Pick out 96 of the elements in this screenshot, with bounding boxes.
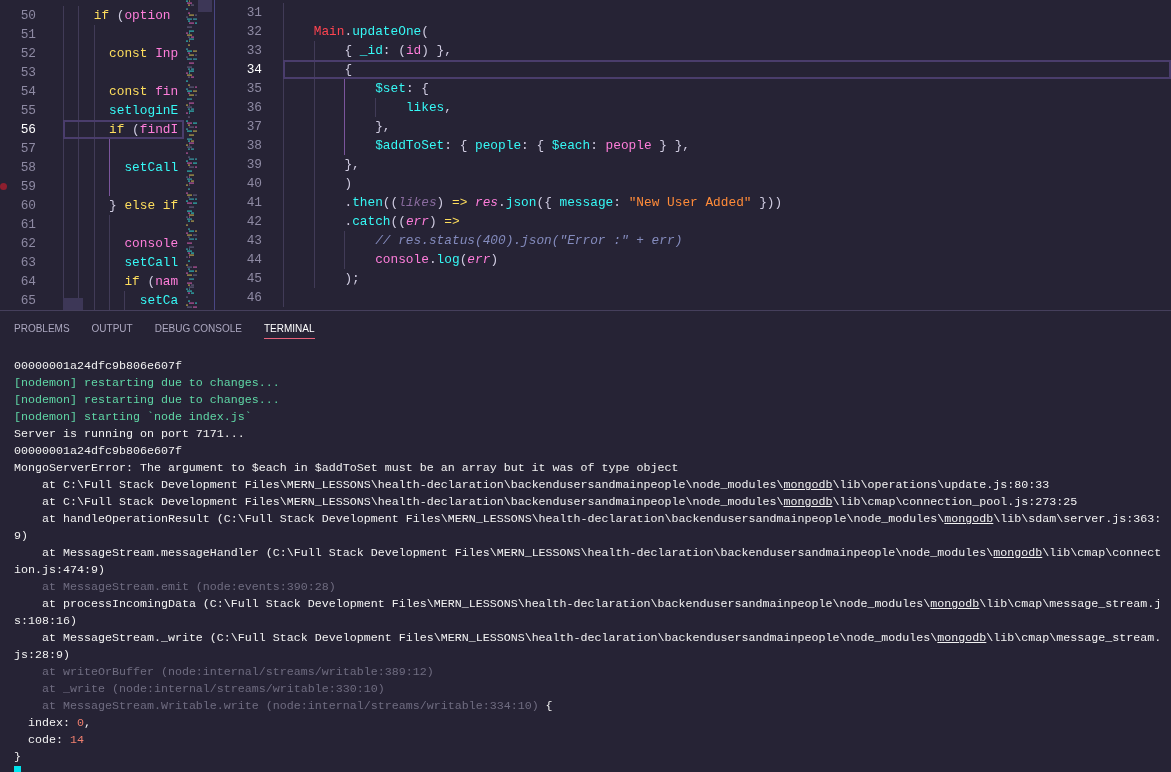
line-number: 39 bbox=[246, 156, 262, 174]
terminal-link[interactable]: mongodb bbox=[930, 597, 980, 611]
terminal-line: Server is running on port 7171... bbox=[14, 427, 245, 441]
line-number: 52 bbox=[20, 45, 36, 63]
line-number: 45 bbox=[246, 270, 262, 288]
line-number: 60 bbox=[20, 197, 36, 215]
code-line: console bbox=[124, 236, 179, 251]
line-number: 32 bbox=[246, 23, 262, 41]
line-number: 33 bbox=[246, 42, 262, 60]
terminal-line: at MessageStream.messageHandler (C:\Full Stack Development Files\MERN_LESSONS\health-declaration\backendusersandmainpeople\node_modules\mongodb\lib\cmap\connect bbox=[42, 546, 1162, 560]
line-number: 38 bbox=[246, 137, 262, 155]
code-line: .catch((err) => bbox=[344, 214, 460, 229]
terminal-link[interactable]: mongodb bbox=[993, 546, 1043, 560]
terminal-line: at processIncomingData (C:\Full Stack Development Files\MERN_LESSONS\health-declaration\backendusersandmainpeople\node_modules\mongodb\lib\cmap\message_stream.j bbox=[42, 597, 1162, 611]
scrollbar-thumb[interactable] bbox=[198, 0, 212, 12]
line-number: 46 bbox=[246, 289, 262, 307]
line-number: 31 bbox=[246, 4, 262, 22]
code-line: ) bbox=[344, 176, 353, 191]
line-number: 63 bbox=[20, 254, 36, 272]
line-number: 42 bbox=[246, 213, 262, 231]
line-number: 61 bbox=[20, 216, 36, 234]
code-line: console.log(err) bbox=[375, 252, 499, 267]
terminal-line: index: 0, bbox=[28, 716, 91, 730]
line-number: 37 bbox=[246, 118, 262, 136]
code-line: { _id: (id) }, bbox=[344, 43, 452, 58]
terminal-line: js:28:9) bbox=[14, 648, 70, 662]
line-number: 50 bbox=[20, 7, 36, 25]
panel-tab[interactable]: DEBUG CONSOLE bbox=[154, 318, 242, 339]
terminal-line: s:108:16) bbox=[14, 614, 77, 628]
terminal-line: code: 14 bbox=[28, 733, 84, 747]
line-number: 57 bbox=[20, 140, 36, 158]
terminal-line: at C:\Full Stack Development Files\MERN_LESSONS\health-declaration\backendusersandmainpeople\node_modules\mongodb\lib\operations\update.js:80:33 bbox=[42, 478, 1050, 492]
terminal-line: [nodemon] restarting due to changes... bbox=[14, 393, 280, 407]
terminal-line: [nodemon] restarting due to changes... bbox=[14, 376, 280, 390]
line-number: 53 bbox=[20, 64, 36, 82]
line-number: 51 bbox=[20, 26, 36, 44]
terminal-line: at handleOperationResult (C:\Full Stack Development Files\MERN_LESSONS\health-declaration\backendusersandmainpeople\node_modules\mongodb\lib\sdam\server.js:363: bbox=[42, 512, 1162, 526]
code-line: const Inp bbox=[109, 46, 179, 61]
panel-tab[interactable]: OUTPUT bbox=[91, 318, 133, 339]
line-number: 41 bbox=[246, 194, 262, 212]
code-line: setCall bbox=[124, 255, 179, 270]
line-number: 34 bbox=[246, 61, 262, 79]
terminal-line: 00000001a24dfc9b806e607f bbox=[14, 444, 182, 458]
code-line: const fin bbox=[109, 84, 179, 99]
code-line: }, bbox=[375, 119, 391, 134]
code-line: setCall bbox=[124, 160, 179, 175]
code-line: $set: { bbox=[375, 81, 429, 96]
scrollbar-thumb[interactable] bbox=[63, 298, 83, 310]
panel-tab[interactable]: TERMINAL bbox=[263, 318, 315, 339]
line-number: 43 bbox=[246, 232, 262, 250]
code-line: ); bbox=[344, 271, 360, 286]
line-number: 65 bbox=[20, 292, 36, 310]
terminal-line: 9) bbox=[14, 529, 28, 543]
terminal-line: [nodemon] starting `node index.js` bbox=[14, 410, 252, 424]
code-line: Main.updateOne( bbox=[313, 24, 429, 39]
code-line: likes, bbox=[405, 100, 452, 115]
terminal-link[interactable]: mongodb bbox=[783, 478, 833, 492]
line-number: 59 bbox=[20, 178, 36, 196]
terminal-line: 00000001a24dfc9b806e607f bbox=[14, 359, 182, 373]
line-number: 44 bbox=[246, 251, 262, 269]
line-number: 54 bbox=[20, 83, 36, 101]
code-line: if (option bbox=[93, 8, 171, 23]
code-line: setloginE bbox=[109, 103, 179, 118]
code-line: if (findI bbox=[109, 122, 179, 137]
line-number: 62 bbox=[20, 235, 36, 253]
terminal-link[interactable]: mongodb bbox=[783, 495, 833, 509]
code-line: .then((likes) => res.json({ message: "New User Added" })) bbox=[344, 195, 783, 210]
terminal-link[interactable]: mongodb bbox=[944, 512, 994, 526]
terminal-line: at MessageStream._write (C:\Full Stack Development Files\MERN_LESSONS\health-declaration\backendusersandmainpeople\node_modules\mongodb\lib\cmap\message_stream. bbox=[42, 631, 1162, 645]
code-line: }, bbox=[344, 157, 360, 172]
code-line: // res.status(400).json("Error :" + err) bbox=[375, 233, 683, 248]
code-line: } else if bbox=[109, 198, 179, 213]
terminal-link[interactable]: mongodb bbox=[937, 631, 987, 645]
line-number: 58 bbox=[20, 159, 36, 177]
line-number: 56 bbox=[20, 121, 36, 139]
line-number: 64 bbox=[20, 273, 36, 291]
terminal-line: at writeOrBuffer (node:internal/streams/writable:389:12) bbox=[42, 665, 434, 679]
terminal-line: MongoServerError: The argument to $each in $addToSet must be an array but it was of type object bbox=[14, 461, 679, 475]
code-line: { bbox=[344, 62, 353, 77]
line-number: 40 bbox=[246, 175, 262, 193]
line-number: 35 bbox=[246, 80, 262, 98]
terminal-line: ion.js:474:9) bbox=[14, 563, 105, 577]
panel-tab[interactable]: PROBLEMS bbox=[14, 318, 70, 339]
terminal-line: } bbox=[14, 750, 21, 764]
terminal-line: at MessageStream.Writable.write (node:internal/streams/writable:334:10) { bbox=[42, 699, 553, 713]
breakpoint-dot[interactable] bbox=[0, 183, 7, 190]
terminal-line: at C:\Full Stack Development Files\MERN_LESSONS\health-declaration\backendusersandmainpeople\node_modules\mongodb\lib\cmap\connection_pool.js:273:25 bbox=[42, 495, 1078, 509]
terminal-line: at _write (node:internal/streams/writable:330:10) bbox=[42, 682, 385, 696]
terminal-cursor bbox=[14, 766, 21, 772]
terminal-line: at MessageStream.emit (node:events:390:28) bbox=[42, 580, 336, 594]
line-number: 36 bbox=[246, 99, 262, 117]
line-number: 55 bbox=[20, 102, 36, 120]
minimap[interactable] bbox=[186, 0, 198, 310]
code-line: $addToSet: { people: { $each: people } }, bbox=[375, 138, 691, 153]
code-line: if (nam bbox=[124, 274, 179, 289]
code-line: setCa bbox=[139, 293, 179, 308]
